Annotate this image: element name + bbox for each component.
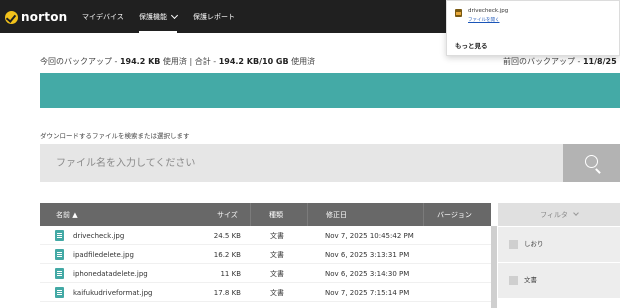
search-button[interactable] [563,144,620,182]
download-popup: drivecheck.jpg ファイルを開く もっと見る [446,0,620,56]
column-name[interactable]: 名前 ▲ [56,203,78,226]
row-file-name: iphonedatadelete.jpg [73,269,148,278]
image-file-icon [455,9,462,17]
document-icon [55,249,64,260]
search-instructions: ダウンロードするファイルを検索または選択します [40,132,190,140]
last-backup-date: 11/8/25 [582,57,617,66]
row-file-type: 文書 [270,231,284,240]
nav-my-devices[interactable]: マイデバイス [82,0,124,33]
column-modified[interactable]: 修正日 [326,203,347,226]
table-row[interactable]: kaifukudriveformat.jpg 17.8 KB 文書 Nov 7,… [40,283,491,302]
row-file-size: 24.5 KB [213,231,241,240]
row-file-type: 文書 [270,250,284,259]
header-divider [307,203,308,226]
column-size[interactable]: サイズ [217,203,238,226]
backup-label: 今回のバックアップ - [40,57,118,66]
document-filter-icon [509,276,518,285]
filter-item-label: 文書 [524,276,537,284]
backup-total: 194.2 KB/10 GB [218,57,289,66]
nav-protection-report-label: 保護レポート [193,12,235,21]
document-icon [55,230,64,241]
row-file-type: 文書 [270,269,284,278]
chevron-down-icon [573,210,579,216]
backup-size: 194.2 KB [119,57,161,66]
filter-label: フィルタ [540,210,568,219]
norton-check-icon [5,10,18,24]
row-modified-date: Nov 7, 2025 7:15:14 PM [325,288,410,297]
document-icon [55,287,64,298]
table-row[interactable]: iphonedatadelete.jpg 11 KB 文書 Nov 6, 202… [40,264,491,283]
table-scrollbar[interactable] [491,226,497,308]
row-file-name: kaifukudriveformat.jpg [73,288,153,297]
column-type[interactable]: 種類 [269,203,283,226]
brand-name: norton [21,10,68,24]
nav-my-devices-label: マイデバイス [82,12,124,21]
filter-item-bookmarks[interactable]: しおり [498,227,620,262]
table-row[interactable]: drivecheck.jpg 24.5 KB 文書 Nov 7, 2025 10… [40,226,491,245]
nav-protection[interactable]: 保護機能 [139,0,179,33]
nav-protection-report[interactable]: 保護レポート [193,0,235,33]
open-file-link[interactable]: ファイルを開く [468,17,500,23]
row-file-size: 17.8 KB [213,288,241,297]
search-icon-handle [595,168,601,174]
search-icon [585,155,598,168]
table-header: 名前 ▲ サイズ 種類 修正日 バージョン [40,203,491,226]
last-backup: 前回のバックアップ - 11/8/25 [503,56,617,67]
popup-file-name: drivecheck.jpg [468,8,509,14]
row-file-type: 文書 [270,288,284,297]
row-file-name: drivecheck.jpg [73,231,125,240]
nav-protection-label: 保護機能 [139,12,167,21]
column-version[interactable]: バージョン [437,203,472,226]
used-separator: 使用済 | 合計 - [162,57,217,66]
row-file-size: 16.2 KB [213,250,241,259]
row-modified-date: Nov 6, 2025 3:13:31 PM [325,250,410,259]
search-box [40,144,563,182]
filter-dropdown[interactable]: フィルタ [498,203,620,226]
see-more-link[interactable]: もっと見る [455,40,488,50]
row-modified-date: Nov 6, 2025 3:14:30 PM [325,269,410,278]
table-row[interactable]: ipadfiledelete.jpg 16.2 KB 文書 Nov 6, 202… [40,245,491,264]
storage-usage-bar [40,73,620,108]
file-search-input[interactable] [40,144,563,182]
backup-summary: 今回のバックアップ - 194.2 KB 使用済 | 合計 - 194.2 KB… [40,56,315,67]
row-file-size: 11 KB [220,269,241,278]
header-divider [423,203,424,226]
row-modified-date: Nov 7, 2025 10:45:42 PM [325,231,414,240]
used-suffix: 使用済 [291,57,316,66]
last-backup-label: 前回のバックアップ - [503,57,581,66]
filter-item-label: しおり [524,240,544,248]
chevron-down-icon [170,11,179,19]
norton-logo[interactable]: norton [5,9,67,25]
document-icon [55,268,64,279]
header-divider [250,203,251,226]
filter-item-documents[interactable]: 文書 [498,263,620,298]
row-file-name: ipadfiledelete.jpg [73,250,134,259]
bookmark-icon [509,240,518,249]
